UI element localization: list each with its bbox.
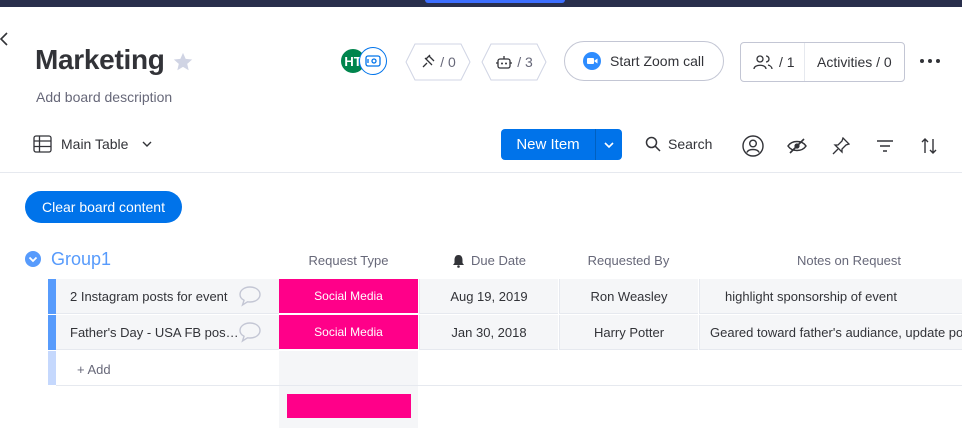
bell-icon [453,254,464,268]
search-button[interactable]: Search [645,136,712,152]
requested-by-cell[interactable]: Ron Weasley [559,279,698,314]
notes-cell[interactable]: highlight sponsorship of event [699,279,962,314]
hide-columns-icon[interactable] [786,135,808,157]
table-row[interactable]: 2 Instagram posts for event Social Media… [48,279,962,315]
start-zoom-call-button[interactable]: Start Zoom call [564,41,724,81]
group-color-bar [48,279,56,314]
collapse-sidebar-icon[interactable] [0,30,12,50]
automations-button[interactable]: / 3 [481,43,547,81]
due-date-label: Due Date [471,253,526,268]
column-header-requested-by[interactable]: Requested By [559,253,698,268]
status-label[interactable]: Social Media [279,315,418,350]
status-label[interactable]: Social Media [279,279,418,314]
updates-bubble-icon[interactable] [238,321,262,343]
due-date-cell[interactable]: Aug 19, 2019 [419,279,558,314]
members-activity-box[interactable]: / 1 Activities / 0 [740,42,905,82]
chevron-down-icon [28,256,38,262]
add-item-input[interactable]: + Add [77,362,111,377]
status-column-background [279,351,418,385]
person-filter-icon[interactable] [742,135,764,157]
requested-by-cell[interactable]: Harry Potter [559,315,698,350]
board-title[interactable]: Marketing [35,44,165,76]
search-icon [645,136,661,152]
main-table-view-tab[interactable]: Main Table [33,135,153,153]
new-item-dropdown[interactable] [595,129,622,160]
zoom-icon [583,52,601,70]
clear-board-content-button[interactable]: Clear board content [25,191,182,223]
column-header-due-date[interactable]: Due Date [452,253,526,268]
chevron-down-icon[interactable] [141,140,153,148]
people-icon [753,55,773,70]
activities-button[interactable]: Activities / 0 [805,54,892,70]
top-bar-indicator [425,0,565,3]
board-subscribers[interactable]: HT [339,47,389,77]
item-name[interactable]: Father's Day - USA FB post… [70,325,240,340]
members-count: / 1 [779,54,795,70]
group-collapse-toggle[interactable] [25,251,41,267]
integrations-icon [422,54,435,68]
group-title[interactable]: Group1 [51,249,111,270]
due-date-cell[interactable]: Jan 30, 2018 [419,315,558,350]
filter-icon[interactable] [874,135,896,157]
star-icon[interactable] [172,51,194,73]
guest-view-icon[interactable] [359,47,387,75]
top-navigation-bar [0,0,962,7]
view-label: Main Table [61,136,129,152]
chevron-down-icon [604,141,614,148]
updates-bubble-icon[interactable] [238,285,262,307]
notes-cell[interactable]: Geared toward father's audiance, update … [699,315,962,350]
add-item-row[interactable]: + Add [48,351,962,386]
integrations-count: / 0 [440,54,456,70]
robot-icon [496,56,513,69]
column-header-notes[interactable]: Notes on Request [699,253,962,268]
search-label: Search [668,136,713,152]
new-item-button[interactable]: New Item [501,129,622,160]
zoom-label: Start Zoom call [610,53,705,69]
board-description[interactable]: Add board description [36,89,172,105]
column-header-request-type[interactable]: Request Type [279,253,418,268]
item-name[interactable]: 2 Instagram posts for event [70,289,240,304]
more-options-icon[interactable] [918,53,942,69]
status-summary-cell[interactable] [279,386,418,428]
automations-count: / 3 [517,54,533,70]
table-row[interactable]: Father's Day - USA FB post… Social Media… [48,315,962,351]
group-color-bar [48,351,56,385]
pin-icon[interactable] [830,135,852,157]
status-distribution-bar[interactable] [287,394,411,418]
integrations-button[interactable]: / 0 [405,43,471,81]
members-button[interactable]: / 1 [741,43,805,81]
row-divider [56,385,962,386]
group-color-bar [48,315,56,350]
toolbar-divider [0,172,962,173]
new-item-label[interactable]: New Item [501,129,595,160]
table-icon [33,135,52,153]
sort-icon[interactable] [918,135,940,157]
